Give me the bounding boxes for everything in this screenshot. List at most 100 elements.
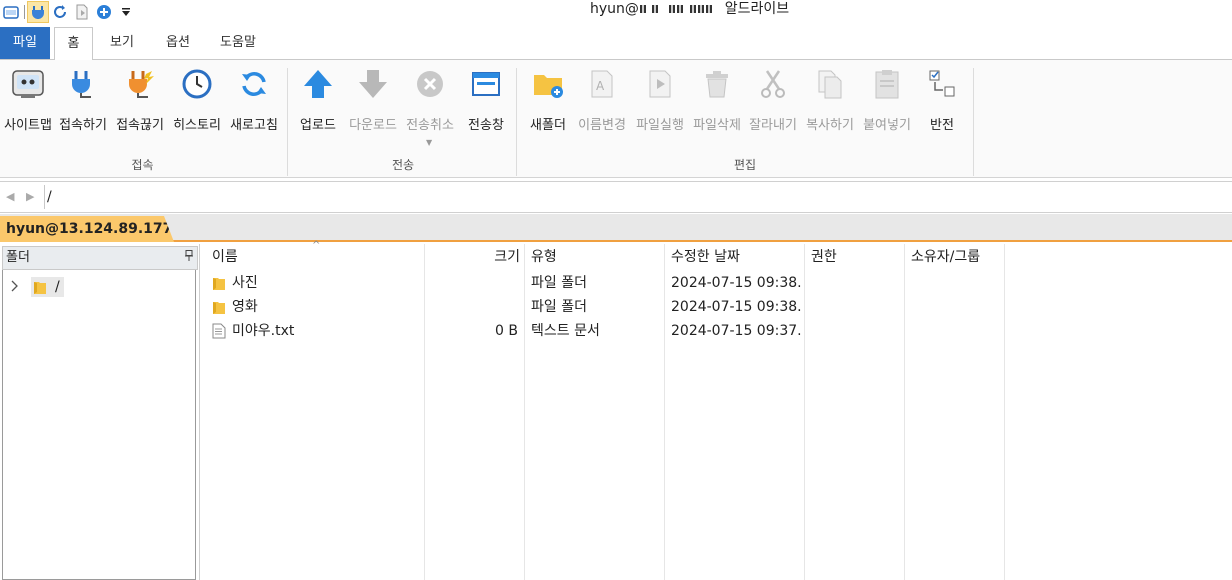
paste-button[interactable]: 붙여넣기 bbox=[859, 66, 915, 146]
copy-label: 복사하기 bbox=[806, 118, 854, 133]
folder-pane-header: 폴더 bbox=[2, 246, 198, 270]
path-input[interactable]: / bbox=[44, 185, 1232, 209]
chevron-down-icon[interactable]: ▼ bbox=[426, 138, 432, 147]
cancel-transfer-button[interactable]: 전송취소 bbox=[404, 66, 456, 146]
cut-label: 잘라내기 bbox=[749, 118, 797, 133]
app-icon[interactable] bbox=[0, 1, 22, 23]
refresh-icon[interactable] bbox=[49, 1, 71, 23]
file-list: ^ 이름 크기 유형 수정한 날짜 권한 소유자/그룹 사진 파일 폴더 202… bbox=[204, 240, 1232, 580]
copy-icon bbox=[812, 66, 848, 102]
tab-view[interactable]: 보기 bbox=[96, 27, 148, 60]
svg-text:A: A bbox=[596, 79, 605, 93]
disconnect-button[interactable]: 접속끊기 bbox=[112, 66, 168, 146]
delete-file-button[interactable]: 파일삭제 bbox=[689, 66, 745, 146]
group-separator bbox=[516, 68, 517, 176]
delete-file-label: 파일삭제 bbox=[693, 118, 741, 133]
title-app-name: 알드라이브 bbox=[724, 1, 790, 17]
tree-node-root[interactable]: / bbox=[31, 277, 64, 297]
clock-icon bbox=[179, 66, 215, 102]
rename-button[interactable]: A 이름변경 bbox=[574, 66, 630, 146]
tab-options[interactable]: 옵션 bbox=[152, 27, 204, 60]
forward-arrow-icon[interactable]: ▶ bbox=[26, 190, 34, 203]
column-header-size[interactable]: 크기 bbox=[424, 244, 520, 270]
upload-label: 업로드 bbox=[300, 118, 336, 133]
file-owner bbox=[911, 319, 1001, 343]
tab-help[interactable]: 도움말 bbox=[208, 27, 268, 60]
add-circle-icon[interactable] bbox=[93, 1, 115, 23]
file-owner bbox=[911, 271, 1001, 295]
column-header-modified[interactable]: 수정한 날짜 bbox=[671, 244, 801, 270]
window-icon bbox=[468, 66, 504, 102]
file-name-cell: 영화 bbox=[212, 295, 422, 319]
back-arrow-icon[interactable]: ◀ bbox=[6, 190, 14, 203]
table-row[interactable]: 사진 파일 폴더 2024-07-15 09:38... bbox=[204, 271, 1232, 295]
tab-file[interactable]: 파일 bbox=[0, 27, 50, 59]
new-folder-button[interactable]: 새폴더 bbox=[526, 66, 570, 146]
file-type: 텍스트 문서 bbox=[531, 323, 600, 339]
table-row[interactable]: 미야우.txt 0 B 텍스트 문서 2024-07-15 09:37... bbox=[204, 319, 1232, 343]
cut-button[interactable]: 잘라내기 bbox=[745, 66, 801, 146]
connect-group-label: 접속 bbox=[131, 158, 154, 172]
transfer-group-label: 전송 bbox=[391, 158, 415, 172]
sitemap-button[interactable]: 사이트맵 bbox=[0, 66, 56, 146]
connect-label: 접속하기 bbox=[59, 118, 107, 133]
ribbon-tabs: 파일 홈 보기 옵션 도움말 bbox=[0, 27, 1232, 61]
tree-node-label: / bbox=[55, 279, 60, 295]
column-header-type[interactable]: 유형 bbox=[531, 244, 661, 270]
cancel-icon bbox=[412, 66, 448, 102]
download-arrow-icon bbox=[355, 66, 391, 102]
column-header-name[interactable]: 이름 bbox=[212, 244, 412, 270]
history-button[interactable]: 히스토리 bbox=[169, 66, 225, 146]
tree-item-root[interactable]: / bbox=[11, 276, 64, 298]
session-tab[interactable]: hyun@13.124.89.177 bbox=[0, 216, 174, 242]
refresh-label: 새로고침 bbox=[230, 118, 278, 133]
file-owner bbox=[911, 295, 1001, 319]
clipboard-icon bbox=[869, 66, 905, 102]
edit-group-label: 편집 bbox=[733, 158, 757, 172]
column-header-owner[interactable]: 소유자/그룹 bbox=[911, 244, 1001, 270]
folder-icon bbox=[213, 302, 225, 314]
file-name: 미야우.txt bbox=[232, 323, 295, 339]
qat-separator bbox=[24, 5, 25, 19]
run-file-button[interactable]: 파일실행 bbox=[632, 66, 688, 146]
paste-label: 붙여넣기 bbox=[863, 118, 911, 133]
upload-button[interactable]: 업로드 bbox=[296, 66, 340, 146]
chevron-right-icon[interactable] bbox=[11, 280, 29, 295]
window-title: hyun@ 알드라이브 bbox=[590, 0, 789, 20]
download-label: 다운로드 bbox=[349, 118, 397, 133]
folder-icon bbox=[34, 282, 46, 294]
session-tab-strip: hyun@13.124.89.177 bbox=[0, 214, 1232, 242]
file-name: 영화 bbox=[232, 299, 258, 315]
sitemap-icon bbox=[10, 66, 46, 102]
group-separator bbox=[973, 68, 974, 176]
tab-home[interactable]: 홈 bbox=[54, 27, 93, 61]
new-folder-label: 새폴더 bbox=[530, 118, 566, 133]
table-row[interactable]: 영화 파일 폴더 2024-07-15 09:38... bbox=[204, 295, 1232, 319]
plug-icon bbox=[65, 66, 101, 102]
refresh-arrows-icon bbox=[236, 66, 272, 102]
connect-button[interactable]: 접속하기 bbox=[56, 66, 110, 146]
column-header-permission[interactable]: 권한 bbox=[811, 244, 901, 270]
run-file-label: 파일실행 bbox=[636, 118, 684, 133]
connect-icon[interactable] bbox=[27, 1, 49, 23]
pin-icon[interactable] bbox=[185, 247, 193, 269]
file-run-icon[interactable] bbox=[71, 1, 93, 23]
file-name-cell: 사진 bbox=[212, 271, 422, 295]
copy-button[interactable]: 복사하기 bbox=[802, 66, 858, 146]
new-folder-icon bbox=[530, 66, 566, 102]
file-name: 사진 bbox=[232, 275, 258, 291]
disconnect-label: 접속끊기 bbox=[116, 118, 164, 133]
customize-qat-icon[interactable] bbox=[115, 1, 137, 23]
title-user: hyun@ bbox=[590, 1, 639, 17]
refresh-button[interactable]: 새로고침 bbox=[226, 66, 282, 146]
sitemap-label: 사이트맵 bbox=[4, 118, 52, 133]
download-button[interactable]: 다운로드 bbox=[346, 66, 400, 146]
run-file-icon bbox=[642, 66, 678, 102]
file-name-cell: 미야우.txt bbox=[212, 319, 422, 343]
cancel-transfer-label: 전송취소 bbox=[406, 118, 454, 133]
group-separator bbox=[287, 68, 288, 176]
transfer-window-button[interactable]: 전송창 bbox=[464, 66, 508, 146]
folder-icon bbox=[213, 278, 225, 290]
invert-selection-button[interactable]: 반전 bbox=[922, 66, 962, 146]
folder-pane-title: 폴더 bbox=[6, 250, 30, 265]
